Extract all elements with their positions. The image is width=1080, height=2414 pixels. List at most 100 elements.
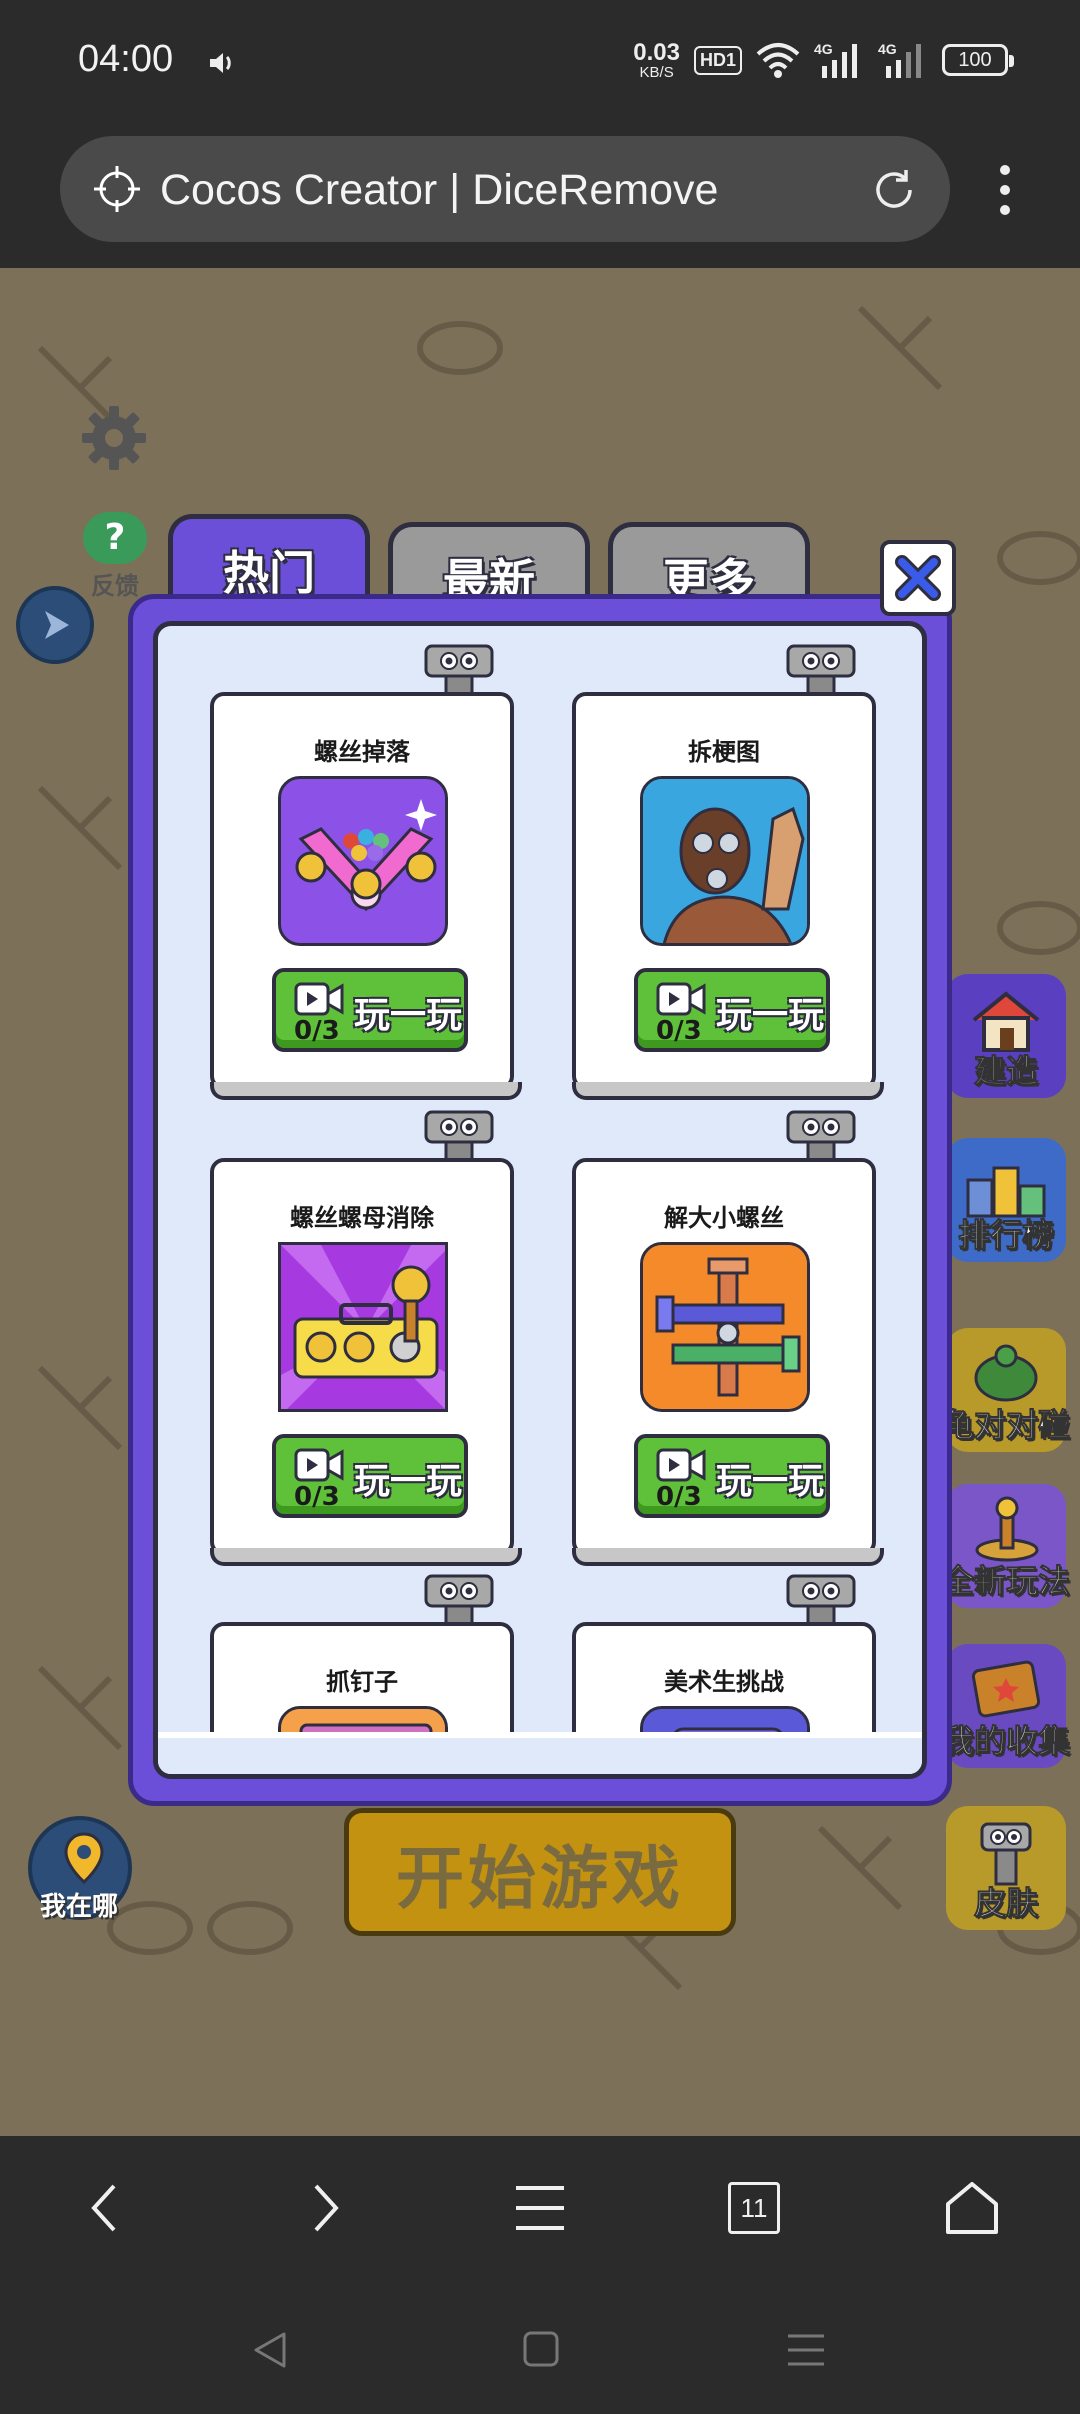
settings-gear-icon[interactable] [80,404,148,476]
play-button[interactable]: 0/3 玩一玩 [272,1434,468,1518]
where-am-i-label: 我在哪 [40,1892,119,1922]
question-icon: ? [83,512,147,564]
game-card-title: 螺丝螺母消除 [290,1204,434,1232]
signal-icon-2: 4G [878,41,921,78]
net-speed-value: 0.03 [633,38,680,66]
play-label: 玩一玩 [354,1461,463,1502]
hd-icon: HD1 [693,45,742,75]
net-speed: 0.03 KB/S [633,38,680,81]
game-card-title: 解大小螺丝 [664,1204,784,1232]
more-menu-icon[interactable] [990,160,1020,224]
close-icon [895,555,941,601]
play-button[interactable]: 0/3 玩一玩 [634,1434,830,1518]
bolt-mascot-icon [786,1110,856,1160]
battery-icon: 100 [942,44,1014,76]
svg-text:4G: 4G [814,41,833,57]
book-icon [971,1660,1041,1718]
game-card[interactable]: 美术生挑战 [572,1622,876,1774]
grab-nail-icon [278,1706,448,1774]
podium-icon [966,1166,1046,1218]
game-card[interactable]: 螺丝掉落 0/3 玩一玩 [210,692,522,1100]
art-challenge-icon [640,1706,810,1774]
leaderboard-button[interactable]: 排行榜 [946,1138,1066,1262]
play-count: 0/3 [656,1482,702,1512]
screw-drop-icon [278,776,448,946]
house-icon [972,991,1040,1052]
volume-icon [206,48,236,82]
play-arrow-icon [45,611,69,639]
system-back-icon[interactable] [250,2330,290,2374]
game-list-panel[interactable]: 螺丝掉落 0/3 玩一玩 拆梗图 0/3 玩一玩 螺丝螺母消除 0/3 玩一玩 … [153,621,927,1779]
turtle-match-label: 龟对对碰 [941,1406,1071,1445]
game-canvas[interactable]: ? 反馈 建造 排行榜 龟对对碰 全新玩法 我的收集 皮肤 我在哪 开始游戏 热… [0,268,1080,2136]
system-recents-icon[interactable] [786,2330,826,2374]
signal-icon-1: 4G [814,41,857,78]
game-card[interactable]: 抓钉子 [210,1622,514,1774]
collection-button[interactable]: 我的收集 [941,1644,1071,1768]
where-am-i-button[interactable]: 我在哪 [28,1816,132,1922]
game-card-title: 螺丝掉落 [314,738,410,766]
screen: 04:00 0.03 KB/S HD1 4G 4G 100 Cocos Crea… [0,0,1080,2414]
system-nav-bar [0,2286,1080,2414]
bolt-mascot-icon [424,1110,494,1160]
start-game-button[interactable]: 开始游戏 [344,1808,736,1936]
play-label: 玩一玩 [716,995,825,1036]
feedback-label: 反馈 [91,572,139,600]
browser-toolbar: Cocos Creator | DiceRemove [0,130,1080,268]
status-time: 04:00 [78,38,174,80]
video-icon [656,982,706,1016]
meme-unscrew-icon [640,776,810,946]
new-mode-button[interactable]: 全新玩法 [941,1484,1071,1608]
build-button[interactable]: 建造 [946,974,1066,1098]
url-bar[interactable]: Cocos Creator | DiceRemove [60,136,950,242]
play-button[interactable]: 0/3 玩一玩 [634,968,830,1052]
play-count: 0/3 [656,1016,702,1046]
game-card[interactable]: 螺丝螺母消除 0/3 玩一玩 [210,1158,522,1566]
game-card-title: 美术生挑战 [664,1668,784,1696]
game-list-modal: 螺丝掉落 0/3 玩一玩 拆梗图 0/3 玩一玩 螺丝螺母消除 0/3 玩一玩 … [128,594,952,1806]
home-icon[interactable] [944,2178,1000,2242]
nut-match-icon [278,1242,448,1412]
side-arrow-button[interactable] [16,586,94,664]
browser-bottom-nav: 11 [0,2136,1080,2286]
reload-icon[interactable] [868,164,920,220]
start-game-label: 开始游戏 [395,1839,684,1919]
net-speed-unit: KB/S [639,63,674,81]
feedback-button[interactable]: ? 反馈 [80,512,150,601]
bolt-mascot-icon [424,1574,494,1624]
location-pin-icon [64,1832,104,1884]
bolt-character-icon [980,1822,1032,1886]
page-title: Cocos Creator | DiceRemove [160,166,719,214]
game-card-title: 拆梗图 [688,738,760,766]
status-bar: 04:00 0.03 KB/S HD1 4G 4G 100 [0,0,1080,130]
menu-icon[interactable] [514,2178,566,2242]
screw-icon [975,1496,1039,1562]
back-icon[interactable] [84,2178,124,2242]
play-button[interactable]: 0/3 玩一玩 [272,968,468,1052]
game-card-title: 抓钉子 [326,1668,398,1696]
wifi-icon [756,43,800,78]
turtle-icon [974,1344,1038,1402]
game-card[interactable]: 解大小螺丝 0/3 玩一玩 [572,1158,884,1566]
skin-button[interactable]: 皮肤 [946,1806,1066,1930]
svg-text:4G: 4G [878,41,897,57]
bolt-mascot-icon [786,1574,856,1624]
play-label: 玩一玩 [716,1461,825,1502]
system-home-icon[interactable] [522,2330,560,2372]
tab-count: 11 [728,2182,780,2234]
game-card[interactable]: 拆梗图 0/3 玩一玩 [572,692,884,1100]
collection-label: 我的收集 [941,1722,1071,1761]
play-count: 0/3 [294,1482,340,1512]
bolt-mascot-icon [424,644,494,694]
video-icon [294,982,344,1016]
bolt-mascot-icon [786,644,856,694]
play-label: 玩一玩 [354,995,463,1036]
tabs-button[interactable]: 11 [728,2182,780,2234]
play-count: 0/3 [294,1016,340,1046]
close-button[interactable] [880,540,956,616]
crosshair-icon [92,164,142,218]
video-icon [294,1448,344,1482]
turtle-match-button[interactable]: 龟对对碰 [941,1328,1071,1452]
status-icons: 0.03 KB/S HD1 4G 4G 100 [633,38,1014,81]
forward-icon[interactable] [306,2178,346,2242]
